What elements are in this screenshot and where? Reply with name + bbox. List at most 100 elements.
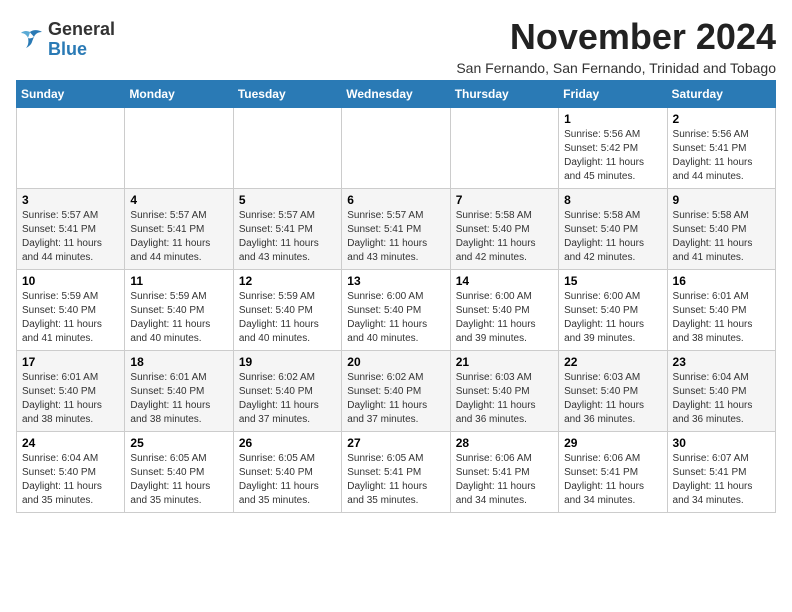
page-header: General Blue November 2024 San Fernando,… [16,16,776,76]
calendar-cell: 8 Sunrise: 5:58 AM Sunset: 5:40 PM Daylig… [559,189,667,270]
calendar-cell: 1 Sunrise: 5:56 AM Sunset: 5:42 PM Daylig… [559,108,667,189]
day-info: Sunrise: 6:04 AM Sunset: 5:40 PM Dayligh… [22,452,119,508]
calendar-cell: 2 Sunrise: 5:56 AM Sunset: 5:41 PM Daylig… [667,108,775,189]
calendar-cell: 13Sunrise: 6:00 AM Sunset: 5:40 PM Dayli… [342,270,450,351]
day-info: Sunrise: 6:01 AM Sunset: 5:40 PM Dayligh… [130,371,227,427]
day-number: 8 [564,193,661,207]
day-info: Sunrise: 5:57 AM Sunset: 5:41 PM Dayligh… [130,209,227,265]
month-title: November 2024 [456,16,776,58]
day-info: Sunrise: 5:59 AM Sunset: 5:40 PM Dayligh… [22,290,119,346]
logo-text: General Blue [48,20,115,60]
calendar-cell: 7Sunrise: 5:58 AM Sunset: 5:40 PM Daylig… [450,189,558,270]
day-number: 22 [564,355,661,369]
day-number: 21 [456,355,553,369]
day-info: Sunrise: 5:57 AM Sunset: 5:41 PM Dayligh… [347,209,444,265]
calendar-cell [233,108,341,189]
day-number: 12 [239,274,336,288]
calendar-cell: 27 Sunrise: 6:05 AM Sunset: 5:41 PM Dayli… [342,432,450,513]
calendar-cell: 4 Sunrise: 5:57 AM Sunset: 5:41 PM Daylig… [125,189,233,270]
calendar-cell: 15 Sunrise: 6:00 AM Sunset: 5:40 PM Dayli… [559,270,667,351]
day-number: 13 [347,274,444,288]
calendar-cell: 10 Sunrise: 5:59 AM Sunset: 5:40 PM Dayli… [17,270,125,351]
calendar-cell: 5 Sunrise: 5:57 AM Sunset: 5:41 PM Daylig… [233,189,341,270]
day-number: 6 [347,193,444,207]
day-number: 17 [22,355,119,369]
day-info: Sunrise: 5:56 AM Sunset: 5:41 PM Dayligh… [673,128,770,184]
day-number: 9 [673,193,770,207]
calendar-cell: 28 Sunrise: 6:06 AM Sunset: 5:41 PM Dayli… [450,432,558,513]
day-number: 20 [347,355,444,369]
weekday-header: Thursday [450,81,558,108]
day-info: Sunrise: 5:56 AM Sunset: 5:42 PM Dayligh… [564,128,661,184]
day-number: 30 [673,436,770,450]
calendar-cell: 11 Sunrise: 5:59 AM Sunset: 5:40 PM Dayli… [125,270,233,351]
location-subtitle: San Fernando, San Fernando, Trinidad and… [456,60,776,76]
day-number: 29 [564,436,661,450]
calendar-cell: 12Sunrise: 5:59 AM Sunset: 5:40 PM Dayli… [233,270,341,351]
day-number: 10 [22,274,119,288]
calendar-cell: 19Sunrise: 6:02 AM Sunset: 5:40 PM Dayli… [233,351,341,432]
calendar-week-row: 1 Sunrise: 5:56 AM Sunset: 5:42 PM Daylig… [17,108,776,189]
calendar-week-row: 17 Sunrise: 6:01 AM Sunset: 5:40 PM Dayli… [17,351,776,432]
calendar-cell [125,108,233,189]
calendar-cell: 24 Sunrise: 6:04 AM Sunset: 5:40 PM Dayli… [17,432,125,513]
day-number: 19 [239,355,336,369]
day-info: Sunrise: 6:04 AM Sunset: 5:40 PM Dayligh… [673,371,770,427]
calendar-cell: 30 Sunrise: 6:07 AM Sunset: 5:41 PM Dayli… [667,432,775,513]
calendar-cell: 29 Sunrise: 6:06 AM Sunset: 5:41 PM Dayli… [559,432,667,513]
day-info: Sunrise: 6:00 AM Sunset: 5:40 PM Dayligh… [564,290,661,346]
calendar-table: SundayMondayTuesdayWednesdayThursdayFrid… [16,80,776,513]
day-info: Sunrise: 6:02 AM Sunset: 5:40 PM Dayligh… [347,371,444,427]
day-info: Sunrise: 6:05 AM Sunset: 5:41 PM Dayligh… [347,452,444,508]
calendar-cell: 3Sunrise: 5:57 AM Sunset: 5:41 PM Daylig… [17,189,125,270]
day-info: Sunrise: 5:58 AM Sunset: 5:40 PM Dayligh… [564,209,661,265]
day-info: Sunrise: 6:06 AM Sunset: 5:41 PM Dayligh… [564,452,661,508]
logo-bird-icon [16,28,44,52]
weekday-header: Monday [125,81,233,108]
day-info: Sunrise: 5:57 AM Sunset: 5:41 PM Dayligh… [22,209,119,265]
logo: General Blue [16,20,115,60]
day-info: Sunrise: 6:07 AM Sunset: 5:41 PM Dayligh… [673,452,770,508]
calendar-cell [450,108,558,189]
day-number: 2 [673,112,770,126]
calendar-cell: 18 Sunrise: 6:01 AM Sunset: 5:40 PM Dayli… [125,351,233,432]
day-number: 4 [130,193,227,207]
day-number: 5 [239,193,336,207]
day-info: Sunrise: 5:58 AM Sunset: 5:40 PM Dayligh… [456,209,553,265]
calendar-week-row: 3Sunrise: 5:57 AM Sunset: 5:41 PM Daylig… [17,189,776,270]
day-number: 28 [456,436,553,450]
day-number: 15 [564,274,661,288]
calendar-cell: 9 Sunrise: 5:58 AM Sunset: 5:40 PM Daylig… [667,189,775,270]
calendar-cell [17,108,125,189]
calendar-cell [342,108,450,189]
day-info: Sunrise: 5:57 AM Sunset: 5:41 PM Dayligh… [239,209,336,265]
weekday-header: Sunday [17,81,125,108]
day-info: Sunrise: 6:05 AM Sunset: 5:40 PM Dayligh… [130,452,227,508]
calendar-cell: 14Sunrise: 6:00 AM Sunset: 5:40 PM Dayli… [450,270,558,351]
day-number: 11 [130,274,227,288]
calendar-cell: 25 Sunrise: 6:05 AM Sunset: 5:40 PM Dayli… [125,432,233,513]
title-section: November 2024 San Fernando, San Fernando… [456,16,776,76]
calendar-week-row: 24 Sunrise: 6:04 AM Sunset: 5:40 PM Dayli… [17,432,776,513]
day-info: Sunrise: 6:03 AM Sunset: 5:40 PM Dayligh… [456,371,553,427]
weekday-header-row: SundayMondayTuesdayWednesdayThursdayFrid… [17,81,776,108]
day-info: Sunrise: 6:06 AM Sunset: 5:41 PM Dayligh… [456,452,553,508]
weekday-header: Friday [559,81,667,108]
calendar-cell: 6 Sunrise: 5:57 AM Sunset: 5:41 PM Daylig… [342,189,450,270]
day-number: 24 [22,436,119,450]
day-number: 27 [347,436,444,450]
weekday-header: Tuesday [233,81,341,108]
day-info: Sunrise: 5:59 AM Sunset: 5:40 PM Dayligh… [130,290,227,346]
day-number: 18 [130,355,227,369]
calendar-week-row: 10 Sunrise: 5:59 AM Sunset: 5:40 PM Dayli… [17,270,776,351]
calendar-cell: 20 Sunrise: 6:02 AM Sunset: 5:40 PM Dayli… [342,351,450,432]
calendar-cell: 17 Sunrise: 6:01 AM Sunset: 5:40 PM Dayli… [17,351,125,432]
weekday-header: Wednesday [342,81,450,108]
day-number: 25 [130,436,227,450]
day-info: Sunrise: 6:00 AM Sunset: 5:40 PM Dayligh… [456,290,553,346]
day-number: 1 [564,112,661,126]
day-info: Sunrise: 6:01 AM Sunset: 5:40 PM Dayligh… [22,371,119,427]
day-info: Sunrise: 6:05 AM Sunset: 5:40 PM Dayligh… [239,452,336,508]
day-info: Sunrise: 6:03 AM Sunset: 5:40 PM Dayligh… [564,371,661,427]
day-info: Sunrise: 5:58 AM Sunset: 5:40 PM Dayligh… [673,209,770,265]
